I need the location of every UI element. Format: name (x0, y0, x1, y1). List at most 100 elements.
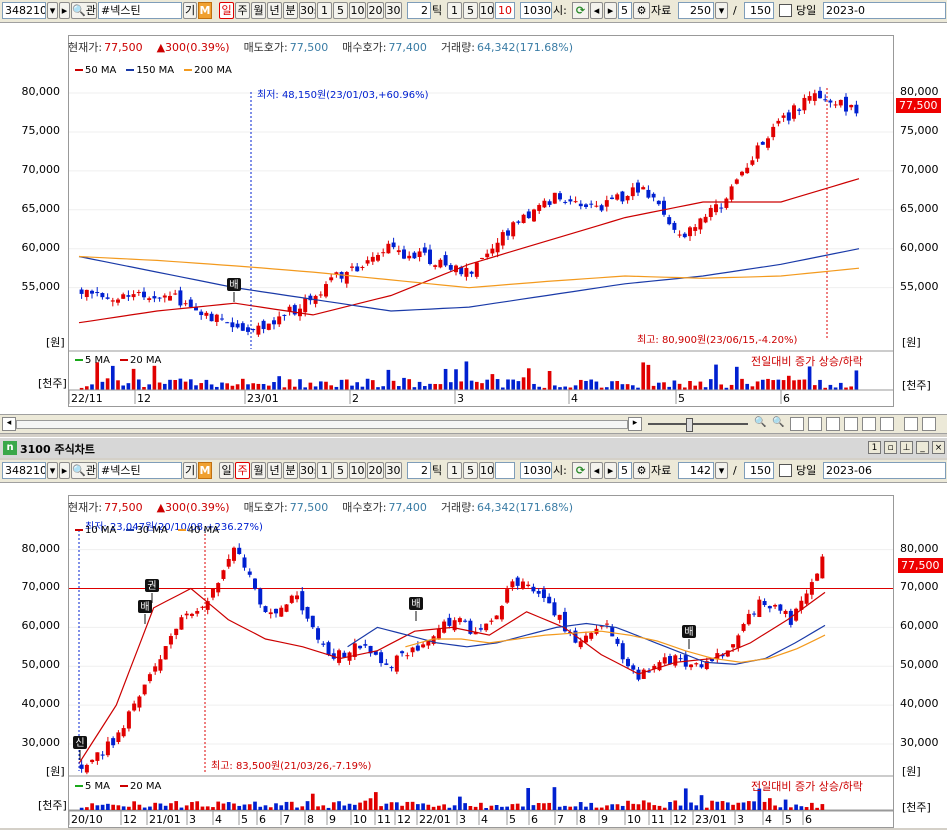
stock-code-input[interactable]: 348210 (2, 2, 46, 19)
period-button[interactable]: 30s (299, 462, 316, 479)
candle-body (137, 696, 142, 708)
period-button[interactable]: 10 (349, 462, 366, 479)
tick-button[interactable]: 5 (463, 462, 478, 479)
stock-name-input[interactable]: #넥스틴 (98, 2, 182, 19)
period-button[interactable]: 일 (219, 462, 234, 479)
period-button[interactable]: 30 (385, 2, 402, 19)
stock-code-input[interactable]: 348210 (2, 462, 46, 479)
step-value-input[interactable]: 5 (618, 2, 632, 19)
m-icon[interactable]: M (198, 462, 212, 479)
period-button[interactable]: 20 (367, 2, 384, 19)
window-close-icon[interactable]: × (932, 441, 945, 454)
period-button[interactable]: 월 (251, 462, 266, 479)
tick-value-input[interactable]: 2 (407, 2, 431, 19)
refresh-icon[interactable]: ⟳ (572, 2, 589, 19)
settings-icon[interactable]: ⚙ (633, 462, 650, 479)
period-button[interactable]: 5 (333, 462, 348, 479)
data-count-dropdown-icon[interactable]: ▾ (715, 2, 728, 19)
stock-name-input[interactable]: #넥스틴 (98, 462, 182, 479)
data-total-input[interactable]: 150 (744, 462, 774, 479)
info-button[interactable]: 기 (183, 462, 197, 479)
zoom-slider-track[interactable] (648, 423, 748, 425)
time-value-input[interactable]: 10307 (520, 2, 552, 19)
data-total-input[interactable]: 150 (744, 2, 774, 19)
candle-body (415, 645, 420, 651)
period-button[interactable]: 분 (283, 2, 298, 19)
stock-search-button[interactable]: 🔍관 (71, 462, 97, 479)
code-next-icon[interactable]: ▸ (59, 462, 70, 479)
data-count-input[interactable]: 250 (678, 2, 714, 19)
daily-chart-area[interactable]: 최저: 48,150원(23/01/03,+60.96%) 최고: 80,900원… (68, 35, 894, 407)
strip-tool-icon[interactable] (880, 417, 894, 431)
time-value-input[interactable]: 10307 (520, 462, 552, 479)
event-marker[interactable]: 배 (138, 600, 152, 624)
tick-button[interactable]: 1 (447, 462, 462, 479)
period-button[interactable]: 5 (333, 2, 348, 19)
zoom-slider-handle[interactable] (686, 418, 693, 432)
event-marker[interactable]: 배 (682, 625, 696, 649)
period-button[interactable]: 년 (267, 462, 282, 479)
weekly-chart-area[interactable]: 최저: 23,047원(20/10/08,+236.27%) 최고: 83,500… (68, 495, 894, 828)
zoom-out-icon[interactable]: 🔍 (772, 417, 786, 430)
strip-tool-icon[interactable] (790, 417, 804, 431)
data-count-input[interactable]: 142 (678, 462, 714, 479)
step-value-input[interactable]: 5 (618, 462, 632, 479)
date-input[interactable]: 2023-06 (823, 462, 946, 479)
today-checkbox[interactable] (779, 4, 792, 17)
period-button[interactable]: 분 (283, 462, 298, 479)
tick-selected-input[interactable] (495, 462, 515, 479)
prev-icon[interactable]: ◂ (590, 2, 603, 19)
strip-tool-icon[interactable] (922, 417, 936, 431)
window-minimize-icon[interactable]: _ (916, 441, 929, 454)
strip-tool-icon[interactable] (826, 417, 840, 431)
period-button[interactable]: 주 (235, 462, 250, 479)
period-button[interactable]: 월 (251, 2, 266, 19)
strip-tool-icon[interactable] (844, 417, 858, 431)
window-help-icon[interactable]: 1 (868, 441, 881, 454)
info-button[interactable]: 기 (183, 2, 197, 19)
period-button[interactable]: 10 (349, 2, 366, 19)
date-input[interactable]: 2023-0 (823, 2, 946, 19)
refresh-icon[interactable]: ⟳ (572, 462, 589, 479)
period-button[interactable]: 1 (317, 462, 332, 479)
code-dropdown-icon[interactable]: ▾ (47, 2, 58, 19)
tick-button[interactable]: 1 (447, 2, 462, 19)
window-link-icon[interactable]: ▫ (884, 441, 897, 454)
scroll-left-button[interactable]: ◂ (2, 417, 16, 431)
event-marker[interactable]: 권 (145, 579, 159, 603)
today-checkbox[interactable] (779, 464, 792, 477)
next-icon[interactable]: ▸ (604, 462, 617, 479)
tick-selected-input[interactable]: 10 (495, 2, 515, 19)
window-pin-icon[interactable]: ⊥ (900, 441, 913, 454)
event-marker[interactable]: 배 (409, 597, 423, 621)
window-titlebar[interactable]: n 3100 주식차트 1 ▫ ⊥ _ × (0, 437, 947, 458)
strip-tool-icon[interactable] (862, 417, 876, 431)
period-button[interactable]: 1 (317, 2, 332, 19)
m-icon[interactable]: M (198, 2, 212, 19)
event-marker[interactable]: 신 (73, 736, 87, 760)
scroll-track[interactable] (16, 420, 628, 429)
strip-tool-icon[interactable] (904, 417, 918, 431)
tick-button[interactable]: 5 (463, 2, 478, 19)
code-next-icon[interactable]: ▸ (59, 2, 70, 19)
period-button[interactable]: 30 (385, 462, 402, 479)
stock-search-button[interactable]: 🔍관 (71, 2, 97, 19)
settings-icon[interactable]: ⚙ (633, 2, 650, 19)
next-icon[interactable]: ▸ (604, 2, 617, 19)
event-marker[interactable]: 배 (227, 278, 241, 302)
period-button[interactable]: 30s (299, 2, 316, 19)
period-button[interactable]: 20 (367, 462, 384, 479)
period-button[interactable]: 년 (267, 2, 282, 19)
period-button[interactable]: 일 (219, 2, 234, 19)
volume-bar (719, 384, 724, 390)
zoom-in-icon[interactable]: 🔍 (754, 417, 768, 430)
tick-button[interactable]: 10 (479, 462, 494, 479)
prev-icon[interactable]: ◂ (590, 462, 603, 479)
data-count-dropdown-icon[interactable]: ▾ (715, 462, 728, 479)
code-dropdown-icon[interactable]: ▾ (47, 462, 58, 479)
scroll-right-button[interactable]: ▸ (628, 417, 642, 431)
tick-value-input[interactable]: 2 (407, 462, 431, 479)
strip-tool-icon[interactable] (808, 417, 822, 431)
tick-button[interactable]: 10 (479, 2, 494, 19)
period-button[interactable]: 주 (235, 2, 250, 19)
